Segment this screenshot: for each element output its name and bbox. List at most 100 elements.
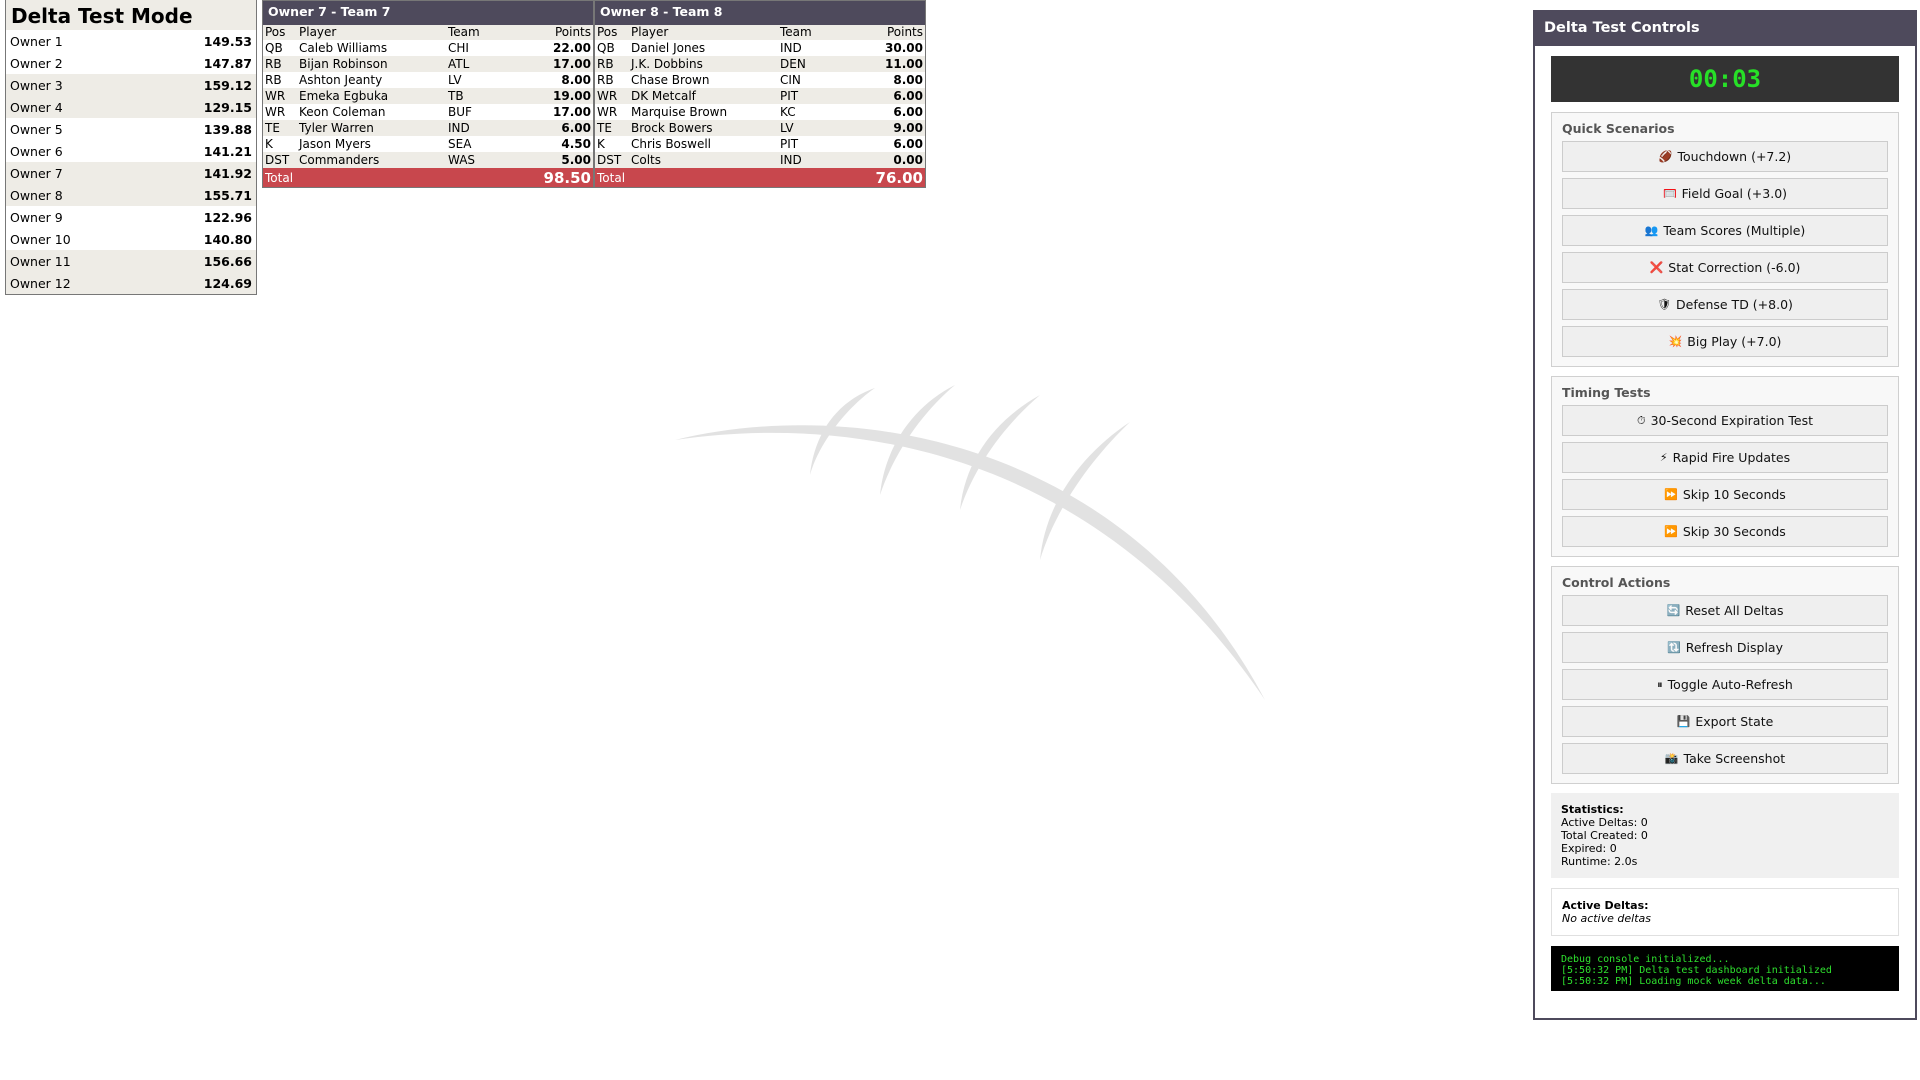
- people-icon: 👥: [1644, 224, 1659, 237]
- roster-row: TE Brock Bowers LV 9.00: [595, 120, 925, 136]
- roster-team: CHI: [448, 41, 469, 55]
- football-icon: 🏈: [1658, 150, 1673, 163]
- countdown-timer: 00:03: [1551, 56, 1899, 102]
- button-label: Toggle Auto-Refresh: [1667, 677, 1793, 692]
- roster-points: 4.50: [561, 137, 591, 151]
- roster-pos: RB: [595, 56, 629, 72]
- owner-name: Owner 12: [10, 275, 71, 291]
- standings-row: Owner 12 124.69: [6, 272, 256, 294]
- roster-team: IND: [780, 41, 802, 55]
- defense-td-8-0-button[interactable]: 🛡 Defense TD (+8.0): [1562, 289, 1888, 320]
- roster-player: Brock Bowers: [629, 120, 778, 136]
- team-total-row: Total 98.50: [263, 168, 593, 187]
- toggle-auto-refresh-button[interactable]: ⏸ Toggle Auto-Refresh: [1562, 669, 1888, 700]
- standings-panel: Delta Test Mode Owner 1 149.53 Owner 2 147.…: [5, 0, 257, 295]
- roster-team: KC: [780, 105, 796, 119]
- stat-correction-6-0-button[interactable]: ❌ Stat Correction (-6.0): [1562, 252, 1888, 283]
- debug-console[interactable]: Debug console initialized... [5:50:32 PM…: [1551, 946, 1899, 991]
- owner-score: 159.12: [203, 77, 252, 93]
- roster-row: DST Colts IND 0.00: [595, 152, 925, 168]
- roster-points: 8.00: [561, 73, 591, 87]
- roster-row: TE Tyler Warren IND 6.00: [263, 120, 593, 136]
- roster-player: Chris Boswell: [631, 137, 712, 151]
- roster-pos: WR: [263, 88, 297, 104]
- reset-all-deltas-button[interactable]: 🔄 Reset All Deltas: [1562, 595, 1888, 626]
- big-play-7-0-button[interactable]: 💥 Big Play (+7.0): [1562, 326, 1888, 357]
- roster-player: Colts: [629, 152, 778, 168]
- column-header-team: Team: [446, 25, 510, 40]
- roster-player: Commanders: [297, 152, 446, 168]
- owner-score: 149.53: [203, 33, 252, 49]
- export-state-button[interactable]: 💾 Export State: [1562, 706, 1888, 737]
- button-label: Field Goal (+3.0): [1681, 186, 1788, 201]
- team-scores-multiple-button[interactable]: 👥 Team Scores (Multiple): [1562, 215, 1888, 246]
- refresh-icon: 🔃: [1667, 641, 1681, 654]
- owner-score: 124.69: [203, 275, 252, 291]
- standings-row: Owner 10 140.80: [6, 228, 256, 250]
- roster-pos: TE: [595, 120, 629, 136]
- active-deltas-panel: Active Deltas: No active deltas: [1551, 888, 1899, 936]
- owner-name: Owner 6: [10, 143, 63, 159]
- lightning-icon: ⚡: [1659, 451, 1668, 464]
- column-header-player: Player: [629, 25, 778, 40]
- column-header-player: Player: [297, 25, 446, 40]
- skip-30-seconds-button[interactable]: ⏩ Skip 30 Seconds: [1562, 516, 1888, 547]
- roster-pos: K: [265, 137, 273, 151]
- standings-row: Owner 5 139.88: [6, 118, 256, 140]
- owner-score: 155.71: [203, 187, 252, 203]
- button-label: 30-Second Expiration Test: [1650, 413, 1814, 428]
- owner-score: 129.15: [203, 99, 252, 115]
- shield-icon: 🛡: [1657, 298, 1672, 311]
- rapid-fire-updates-button[interactable]: ⚡ Rapid Fire Updates: [1562, 442, 1888, 473]
- statistics-panel: Statistics: Active Deltas: 0 Total Creat…: [1551, 793, 1899, 878]
- standings-row: Owner 4 129.15: [6, 96, 256, 118]
- button-label: Skip 30 Seconds: [1682, 524, 1786, 539]
- roster-table: Pos Player Team Points QB Caleb Williams CHI 22…: [263, 25, 593, 168]
- roster-player: DK Metcalf: [629, 88, 778, 104]
- quick-scenarios-group: Quick Scenarios 🏈 Touchdown (+7.2) 🥅 Field …: [1551, 112, 1899, 367]
- owner-name: Owner 7: [10, 165, 63, 181]
- 30-second-expiration-test-button[interactable]: ⏱ 30-Second Expiration Test: [1562, 405, 1888, 436]
- owner-name: Owner 5: [10, 121, 63, 137]
- roster-points: 0.00: [842, 152, 925, 168]
- roster-team: CIN: [780, 73, 801, 87]
- take-screenshot-button[interactable]: 📸 Take Screenshot: [1562, 743, 1888, 774]
- roster-team: WAS: [446, 152, 510, 168]
- active-deltas-empty: No active deltas: [1562, 912, 1651, 925]
- team-total-row: Total 76.00: [595, 168, 925, 187]
- field-goal-3-0-button[interactable]: 🥅 Field Goal (+3.0): [1562, 178, 1888, 209]
- column-header-team: Team: [778, 25, 842, 40]
- roster-row: QB Caleb Williams CHI 22.00: [263, 40, 593, 56]
- roster-team: IND: [778, 152, 842, 168]
- roster-player: Chase Brown: [631, 73, 710, 87]
- cycle-icon: 🔄: [1666, 604, 1681, 617]
- pause-icon: ⏸: [1657, 677, 1663, 691]
- roster-team: PIT: [778, 88, 842, 104]
- standings-row: Owner 2 147.87: [6, 52, 256, 74]
- goal-icon: 🥅: [1662, 187, 1677, 200]
- refresh-display-button[interactable]: 🔃 Refresh Display: [1562, 632, 1888, 663]
- console-line: Debug console initialized...: [1561, 954, 1730, 965]
- owner-score: 147.87: [203, 55, 252, 71]
- team-panel-owner-7: Owner 7 - Team 7 Pos Player Team Points QB Cal…: [262, 0, 594, 188]
- touchdown-7-2-button[interactable]: 🏈 Touchdown (+7.2): [1562, 141, 1888, 172]
- roster-team: DEN: [778, 56, 842, 72]
- roster-player: J.K. Dobbins: [629, 56, 778, 72]
- roster-points: 9.00: [842, 120, 925, 136]
- button-label: Defense TD (+8.0): [1676, 297, 1793, 312]
- roster-points: 6.00: [510, 120, 593, 136]
- cross-icon: ❌: [1649, 261, 1664, 274]
- roster-team: LV: [778, 120, 842, 136]
- roster-pos: QB: [265, 41, 283, 55]
- roster-team: PIT: [780, 137, 799, 151]
- roster-table: Pos Player Team Points QB Daniel Jones IND 30.0…: [595, 25, 925, 168]
- button-label: Take Screenshot: [1683, 751, 1786, 766]
- skip-10-seconds-button[interactable]: ⏩ Skip 10 Seconds: [1562, 479, 1888, 510]
- owner-name: Owner 10: [10, 231, 71, 247]
- console-line: [5:50:32 PM] Delta test dashboard initia…: [1561, 965, 1832, 976]
- roster-row: RB Chase Brown CIN 8.00: [595, 72, 925, 88]
- owner-name: Owner 4: [10, 99, 63, 115]
- stat-runtime: Runtime: 2.0s: [1561, 855, 1638, 868]
- roster-team: IND: [446, 120, 510, 136]
- roster-points: 19.00: [510, 88, 593, 104]
